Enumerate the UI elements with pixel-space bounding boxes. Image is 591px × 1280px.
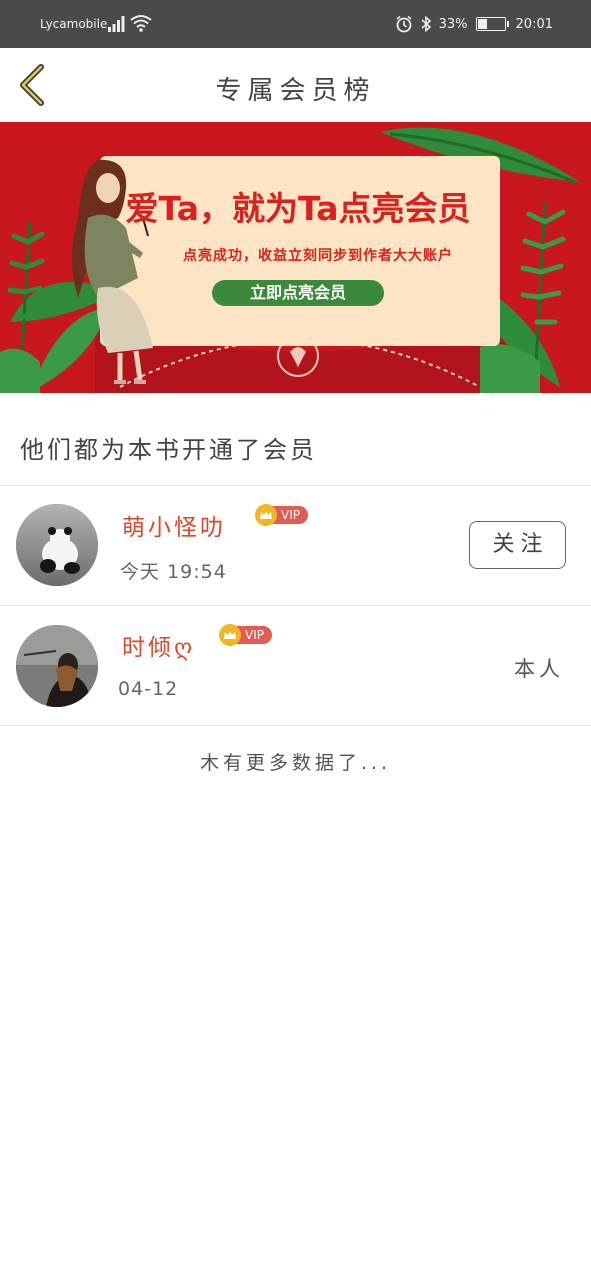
no-more-data-text: 木有更多数据了...: [199, 752, 392, 774]
member-time: 今天 19:54: [120, 561, 227, 583]
member-name[interactable]: 时倾ღ: [122, 628, 195, 662]
clock: 20:01: [515, 16, 553, 32]
light-up-membership-button[interactable]: 立即点亮会员: [212, 280, 384, 306]
member-name[interactable]: 萌小怪叻: [122, 508, 226, 542]
vip-badge: VIP: [255, 504, 308, 526]
follow-button[interactable]: 关注: [469, 521, 566, 569]
divider: [0, 725, 591, 726]
top-nav-bar: 专属会员榜: [0, 48, 591, 122]
battery-percent: 33%: [438, 16, 468, 32]
promo-banner[interactable]: 爱Ta，就为Ta点亮会员 点亮成功，收益立刻同步到作者大大账户 立即点亮会员: [0, 122, 591, 393]
panda-avatar-image: [16, 504, 98, 586]
banner-headline: 爱Ta，就为Ta点亮会员: [125, 189, 471, 228]
bluetooth-icon: [421, 15, 431, 33]
battery-icon: [475, 17, 509, 31]
member-row[interactable]: 萌小怪叻 VIP 今天 19:54 关注: [0, 486, 591, 604]
avatar[interactable]: [16, 504, 98, 586]
alarm-icon: [396, 15, 412, 33]
signal-icon: [108, 16, 125, 32]
page-title: 专属会员榜: [215, 76, 376, 106]
person-avatar-image: [16, 625, 98, 707]
status-bar: Lycamobile 33% 20:01: [0, 0, 591, 48]
member-time: 04-12: [118, 678, 179, 700]
section-title: 他们都为本书开通了会员: [20, 436, 317, 464]
wifi-icon: [130, 15, 152, 32]
avatar[interactable]: [16, 625, 98, 707]
crown-icon: [219, 624, 241, 646]
member-row[interactable]: 时倾ღ VIP 04-12 本人: [0, 606, 591, 724]
banner-subline: 点亮成功，收益立刻同步到作者大大账户: [183, 248, 453, 264]
crown-icon: [255, 504, 277, 526]
self-label: 本人: [514, 657, 564, 681]
carrier-name: Lycamobile: [40, 17, 108, 31]
vip-badge: VIP: [219, 624, 272, 646]
